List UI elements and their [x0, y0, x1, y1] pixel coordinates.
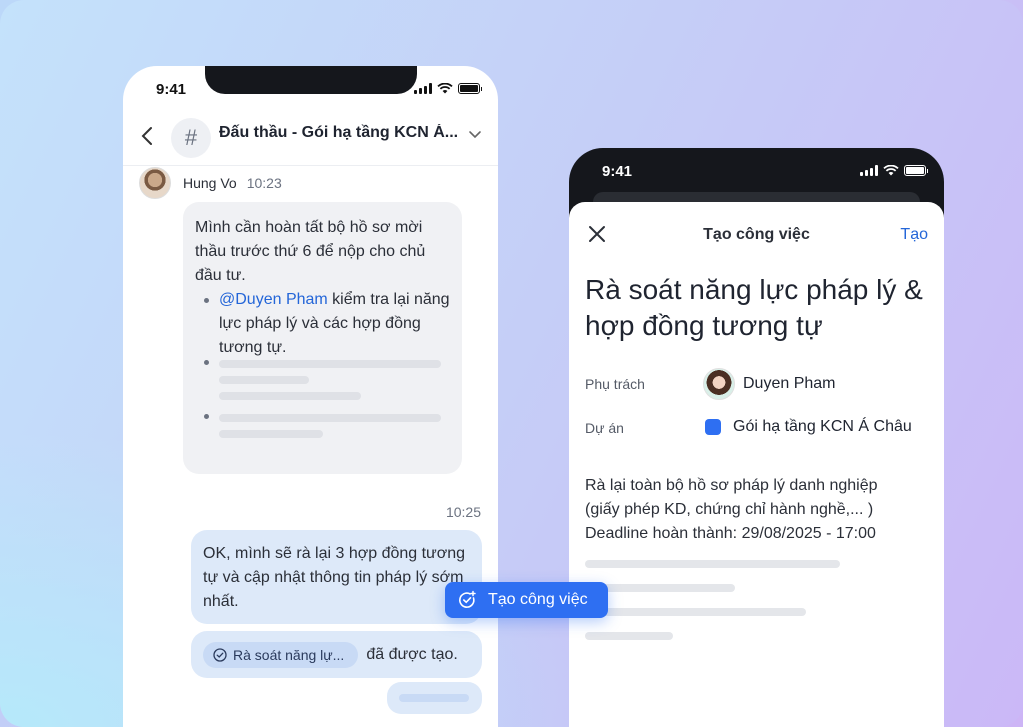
placeholder-line	[585, 608, 806, 616]
project-label: Dự án	[585, 420, 624, 436]
create-button[interactable]: Tạo	[900, 226, 928, 244]
assignee-field[interactable]: Duyen Pham	[703, 368, 836, 400]
check-circle-icon	[213, 647, 227, 662]
status-icons	[414, 83, 482, 94]
chat-header: # Đấu thầu - Gói hạ tầng KCN Á...	[123, 112, 498, 166]
task-add-icon	[459, 590, 476, 608]
back-button[interactable]	[141, 125, 161, 151]
create-task-label: Tạo công việc	[488, 591, 588, 608]
status-bar: 9:41	[123, 80, 498, 98]
message-author-row: Hung Vo 10:23	[139, 166, 282, 200]
sheet-title: Tạo công việc	[703, 226, 810, 243]
chevron-down-icon[interactable]	[468, 127, 482, 141]
placeholder-item	[195, 360, 450, 400]
project-field[interactable]: Gói hạ tầng KCN Á Châu	[703, 418, 912, 436]
status-time: 9:41	[156, 81, 187, 98]
message-text: OK, mình sẽ rà lại 3 hợp đồng tương tự v…	[203, 545, 466, 610]
signal-icon	[860, 165, 878, 176]
placeholder-item	[195, 414, 450, 438]
project-color-icon	[705, 419, 721, 435]
avatar[interactable]	[139, 167, 171, 199]
avatar	[703, 368, 735, 400]
signal-icon	[414, 83, 432, 94]
placeholder-list	[195, 360, 450, 438]
description-line: Rà lại toàn bộ hồ sơ pháp lý danh nghiệp	[585, 477, 878, 494]
chevron-left-icon	[141, 127, 152, 145]
battery-icon	[904, 165, 928, 176]
incoming-message[interactable]: Mình cần hoàn tất bộ hồ sơ mời thầu trướ…	[183, 202, 462, 474]
battery-icon	[458, 83, 482, 94]
assignee-name: Duyen Pham	[743, 375, 836, 392]
status-icons	[860, 165, 928, 176]
author-name[interactable]: Hung Vo	[183, 175, 237, 191]
task-chip-label: Rà soát năng lự...	[233, 646, 345, 663]
message-time: 10:25	[445, 504, 481, 520]
message-text: Mình cần hoàn tất bộ hồ sơ mời thầu trướ…	[195, 219, 426, 284]
task-chip[interactable]: Rà soát năng lự...	[203, 641, 359, 668]
task-created-message: Rà soát năng lự... đã được tạo.	[191, 631, 482, 678]
description-line: Deadline hoàn thành: 29/08/2025 - 17:00	[585, 525, 876, 542]
project-name: Gói hạ tầng KCN Á Châu	[733, 418, 912, 435]
chat-phone: 9:41 # Đấu thầu - Gói hạ tầng KCN Á... H…	[123, 66, 498, 727]
placeholder-line	[585, 560, 840, 568]
assignee-label: Phụ trách	[585, 376, 645, 392]
mention-link[interactable]: @Duyen Pham	[219, 291, 328, 308]
status-time: 9:41	[602, 163, 633, 180]
status-bar: 9:41	[569, 162, 944, 180]
create-task-button[interactable]: Tạo công việc	[445, 582, 608, 618]
list-item: @Duyen Pham kiểm tra lại năng lực pháp l…	[195, 288, 450, 360]
outgoing-placeholder	[387, 682, 482, 714]
task-phone: 9:41 Tạo công việc Tạo Rà soát năng lực …	[569, 148, 944, 727]
wifi-icon	[437, 83, 453, 94]
outgoing-message[interactable]: OK, mình sẽ rà lại 3 hợp đồng tương tự v…	[191, 530, 482, 624]
wifi-icon	[883, 165, 899, 176]
description-line: (giấy phép KD, chứng chỉ hành nghề,... )	[585, 501, 874, 518]
placeholder-line	[585, 632, 673, 640]
create-task-sheet: Tạo công việc Tạo Rà soát năng lực pháp …	[569, 202, 944, 727]
message-time: 10:23	[246, 175, 282, 191]
channel-title[interactable]: Đấu thầu - Gói hạ tầng KCN Á...	[219, 124, 459, 142]
channel-hash-icon: #	[171, 118, 211, 158]
task-created-text: đã được tạo.	[366, 645, 458, 663]
message-bullets: @Duyen Pham kiểm tra lại năng lực pháp l…	[195, 288, 450, 360]
task-description[interactable]: Rà lại toàn bộ hồ sơ pháp lý danh nghiệp…	[585, 474, 930, 546]
task-title[interactable]: Rà soát năng lực pháp lý & hợp đồng tươn…	[585, 272, 930, 344]
